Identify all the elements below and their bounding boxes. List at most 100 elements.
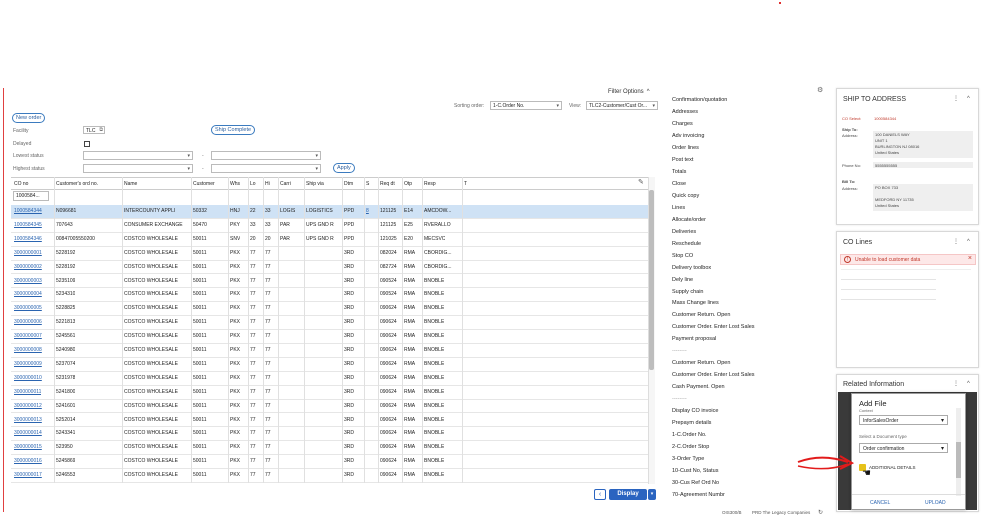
menu-item[interactable]: 3-Order Type [672,456,704,462]
table-row[interactable]: 1000584344 N096681 INTERCOUNTY APPLI 50332 H… [11,205,649,219]
menu-item[interactable]: Close [672,181,686,187]
panel-menu-icon[interactable]: ⋮ [953,238,959,245]
column-header[interactable]: Carri [280,181,291,187]
table-row[interactable]: 3000000015 523950 COSTCO WHOLESALE 50011 PKX… [11,441,649,456]
collapse-icon[interactable]: ^ [967,96,970,102]
co-number-link[interactable]: 3000000010 [14,375,42,381]
menu-item[interactable]: Lines [672,205,685,211]
refresh-icon[interactable]: ↻ [818,509,823,516]
co-number-link[interactable]: 1000584346 [14,236,42,242]
panel-menu-icon[interactable]: ⋮ [953,95,959,102]
menu-item[interactable]: Payment proposal [672,336,716,342]
co-number-link[interactable]: 3000000014 [14,430,42,436]
co-number-link[interactable]: 1000584344 [14,208,42,214]
co-number-link[interactable]: 3000000002 [14,264,42,270]
table-row[interactable]: 3000000012 5241601 COSTCO WHOLESALE 50011 PK… [11,400,649,414]
panel-menu-icon[interactable]: ⋮ [953,380,959,387]
menu-item[interactable]: Supply chain [672,289,704,295]
co-number-link[interactable]: 3000000016 [14,458,42,464]
column-header[interactable]: Otp [404,181,412,187]
column-header[interactable]: CO no [14,181,28,187]
additional-details-toggle[interactable]: ADDITIONAL DETAILS [869,465,916,470]
facility-input[interactable]: TLC ⧉ [83,126,105,134]
menu-item[interactable]: Totals [672,169,686,175]
cancel-button[interactable]: CANCEL [870,500,890,506]
co-number-link[interactable]: 3000000012 [14,403,42,409]
table-row[interactable]: 3000000010 5231978 COSTCO WHOLESALE 50011 PK… [11,372,649,386]
dialog-scrollbar-thumb[interactable] [956,442,961,478]
table-row[interactable]: 3000000003 5235109 COSTCO WHOLESALE 50011 PK… [11,275,649,289]
menu-item[interactable]: Order lines [672,145,699,151]
menu-item[interactable]: Allocate/order [672,217,706,223]
filter-options-toggle[interactable]: Filter Options ^ [608,89,650,95]
table-row[interactable]: 1000584345 707643 CONSUMER EXCHANGE 50470 PK… [11,219,649,233]
menu-item[interactable]: Quick copy [672,193,699,199]
document-type-select[interactable]: Order confirmation ▾ [859,443,948,453]
table-row[interactable]: 3000000007 5245561 COSTCO WHOLESALE 50011 PK… [11,330,649,344]
menu-item[interactable]: 70-Agreement Numbr [672,492,725,498]
view-select[interactable]: TLC2-Customer/Cust Or... ▾ [586,101,658,110]
highest-status-from-select[interactable]: ▾ [83,164,193,173]
back-button[interactable]: ‹ [594,489,606,500]
menu-item[interactable]: 1-C.Order No. [672,432,707,438]
table-row[interactable]: 3000000005 5228825 COSTCO WHOLESALE 50011 PK… [11,302,649,317]
edit-columns-icon[interactable]: ✎ [638,178,644,186]
table-row[interactable]: 3000000013 5252014 COSTCO WHOLESALE 50011 PK… [11,414,649,428]
delayed-checkbox[interactable] [84,141,90,147]
apply-button[interactable]: Apply [333,163,355,173]
menu-item[interactable]: Customer Order. Enter Lost Sales [672,324,755,330]
co-number-link[interactable]: 3000000004 [14,291,42,297]
column-header[interactable]: Dtm [344,181,353,187]
co-number-link[interactable]: 1000584345 [14,222,42,228]
menu-item[interactable]: Post text [672,157,693,163]
co-number-link[interactable]: 3000000011 [14,389,41,395]
menu-item[interactable]: Addresses [672,109,698,115]
menu-item[interactable]: Charges [672,121,693,127]
menu-item[interactable]: Dely line [672,277,693,283]
co-number-link[interactable]: 3000000006 [14,319,42,325]
menu-item[interactable]: 2-C.Order Stop [672,444,709,450]
table-scrollbar-thumb[interactable] [649,190,654,370]
column-header[interactable]: Ship via [306,181,324,187]
menu-item[interactable]: Deliveries [672,229,696,235]
table-row[interactable]: 3000000016 5245869 COSTCO WHOLESALE 50011 PK… [11,455,649,470]
column-header[interactable]: Customer [193,181,215,187]
table-row[interactable]: 3000000009 5237074 COSTCO WHOLESALE 50011 PK… [11,358,649,372]
menu-item[interactable]: Customer Return. Open [672,312,730,318]
co-number-link[interactable]: 3000000007 [14,333,42,339]
lowest-status-from-select[interactable]: ▾ [83,151,193,160]
menu-item[interactable]: Customer Return. Open [672,360,730,366]
column-header[interactable]: Resp [424,181,436,187]
menu-item[interactable]: Reschedule [672,241,701,247]
co-number-link[interactable]: 3000000003 [14,278,42,284]
column-header[interactable]: T [464,181,467,187]
menu-item[interactable]: Prepaym details [672,420,711,426]
table-row[interactable]: 3000000008 5240980 COSTCO WHOLESALE 50011 PK… [11,344,649,358]
context-select[interactable]: InforSalesOrder ▾ [859,415,948,425]
ship-complete-button[interactable]: Ship Complete [211,125,256,135]
table-row[interactable]: 3000000014 5243341 COSTCO WHOLESALE 50011 PK… [11,427,649,442]
highest-status-to-select[interactable]: ▾ [211,164,321,173]
menu-item[interactable]: Stop CO [672,253,693,259]
column-header[interactable]: Customer's ord no. [56,181,98,187]
menu-item[interactable]: Delivery toolbox [672,265,711,271]
table-row[interactable]: 1000584346 00847005550200 COSTCO WHOLESALE… [11,233,649,247]
co-number-link[interactable]: 3000000009 [14,361,42,367]
menu-item[interactable]: Adv invoicing [672,133,704,139]
column-header[interactable]: S [366,181,369,187]
co-number-link[interactable]: 3000000015 [14,444,42,450]
co-number-link[interactable]: 3000000013 [14,417,42,423]
co-number-link[interactable]: 3000000017 [14,472,42,478]
menu-item[interactable]: 30-Cus Ref Ord No [672,480,719,486]
co-no-filter-input[interactable]: 1000584... [13,191,49,201]
table-row[interactable]: 3000000001 5228192 COSTCO WHOLESALE 50011 PK… [11,247,649,261]
gear-icon[interactable]: ⚙ [817,86,823,94]
display-dropdown-button[interactable]: ▾ [648,489,656,500]
lowest-status-to-select[interactable]: ▾ [211,151,321,160]
co-number-link[interactable]: 3000000008 [14,347,42,353]
upload-button[interactable]: UPLOAD [925,500,946,506]
menu-item[interactable]: Mass Change lines [672,300,719,306]
column-header[interactable]: Name [124,181,137,187]
menu-item[interactable]: 10-Cust No, Status [672,468,718,474]
co-number-link[interactable]: 3000000001 [14,250,42,256]
